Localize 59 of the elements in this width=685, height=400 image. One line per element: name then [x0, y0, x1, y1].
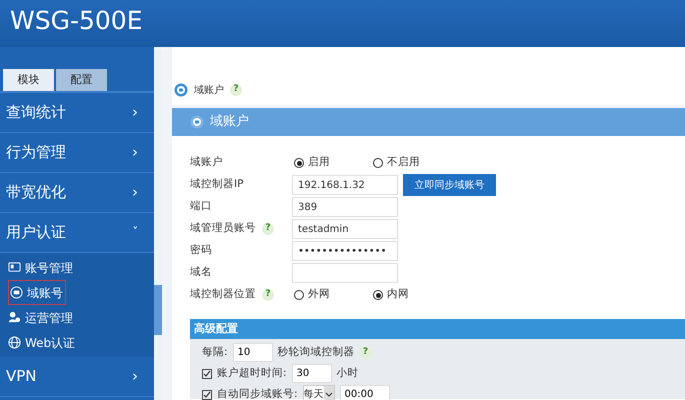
help-icon[interactable]: ? — [230, 84, 242, 96]
id-card-icon — [8, 261, 21, 274]
id-badge-icon — [10, 286, 23, 299]
help-icon[interactable]: ? — [262, 289, 274, 301]
collapse-handle[interactable] — [154, 285, 162, 335]
product-title: WSG-500E — [0, 0, 685, 47]
field-label: 密码 — [190, 243, 212, 258]
input-field[interactable]: testadmin — [292, 219, 398, 239]
menu-chevron-icon: › — [132, 365, 138, 388]
menu-label: 行为管理 — [6, 142, 66, 164]
input-field[interactable] — [292, 263, 398, 283]
field-label: 域名 — [190, 265, 212, 280]
field-label: 账户超时时间: — [217, 366, 287, 381]
help-icon[interactable]: ? — [360, 346, 372, 358]
field-label: 域账户 — [190, 155, 223, 170]
input-field[interactable]: 30 — [292, 364, 332, 383]
input-field[interactable]: 10 — [232, 343, 273, 362]
globe-icon — [8, 336, 21, 349]
sidebar-tab[interactable]: 模块 — [3, 69, 54, 91]
radio-option[interactable]: 外网 — [294, 287, 371, 303]
field-label: 域管理员账号 — [190, 221, 256, 236]
radio-option[interactable]: 不启用 — [373, 155, 450, 171]
field-label: 每隔: — [202, 344, 228, 360]
section-header: 高级配置 — [190, 319, 685, 339]
submenu-item[interactable]: 运营管理 — [0, 305, 154, 330]
radio-option[interactable]: 内网 — [373, 287, 450, 303]
field-label: 域控制器位置 — [190, 287, 256, 302]
menu-label: VPN — [6, 366, 37, 388]
radio-option[interactable]: 启用 — [294, 155, 371, 171]
input-field[interactable]: 00:00 — [340, 385, 390, 400]
chevron-down-icon[interactable] — [324, 386, 334, 400]
menu-chevron-icon: › — [132, 181, 138, 204]
menu-chevron-icon: › — [132, 101, 138, 124]
menu-chevron-icon: › — [132, 141, 138, 164]
field-label: 秒轮询域控制器 — [278, 344, 355, 360]
breadcrumb: 域账户 — [194, 84, 224, 98]
field-label: 域控制器IP — [190, 177, 244, 192]
dropdown[interactable]: 每天 — [302, 385, 335, 400]
submenu-item[interactable]: Web认证 — [0, 330, 154, 355]
sidebar-tab[interactable]: 配置 — [56, 69, 107, 91]
menu-label: 带宽优化 — [6, 182, 66, 204]
input-field[interactable]: 389 — [292, 197, 398, 217]
input-field[interactable]: 192.168.1.32 — [292, 175, 398, 195]
menu-chevron-icon: ˅ — [132, 224, 138, 241]
submenu-item[interactable]: 账号管理 — [0, 255, 154, 280]
checkbox[interactable] — [202, 368, 212, 378]
panel-title: 域账户 — [210, 113, 249, 132]
field-label: 自动同步域账号: — [217, 386, 298, 400]
menu-label: 用户认证 — [6, 222, 66, 244]
unit-label: 小时 — [336, 366, 359, 381]
checkbox[interactable] — [202, 390, 212, 400]
field-label: 端口 — [190, 199, 212, 214]
users-icon — [8, 311, 21, 324]
sync-button[interactable]: 立即同步域账号 — [403, 174, 496, 196]
id-badge-icon — [190, 115, 204, 129]
help-icon[interactable]: ? — [262, 223, 274, 235]
submenu-item[interactable]: 域账号 — [8, 280, 66, 305]
input-field[interactable]: ••••••••••••••• — [292, 241, 398, 261]
menu-label: 查询统计 — [6, 102, 66, 124]
